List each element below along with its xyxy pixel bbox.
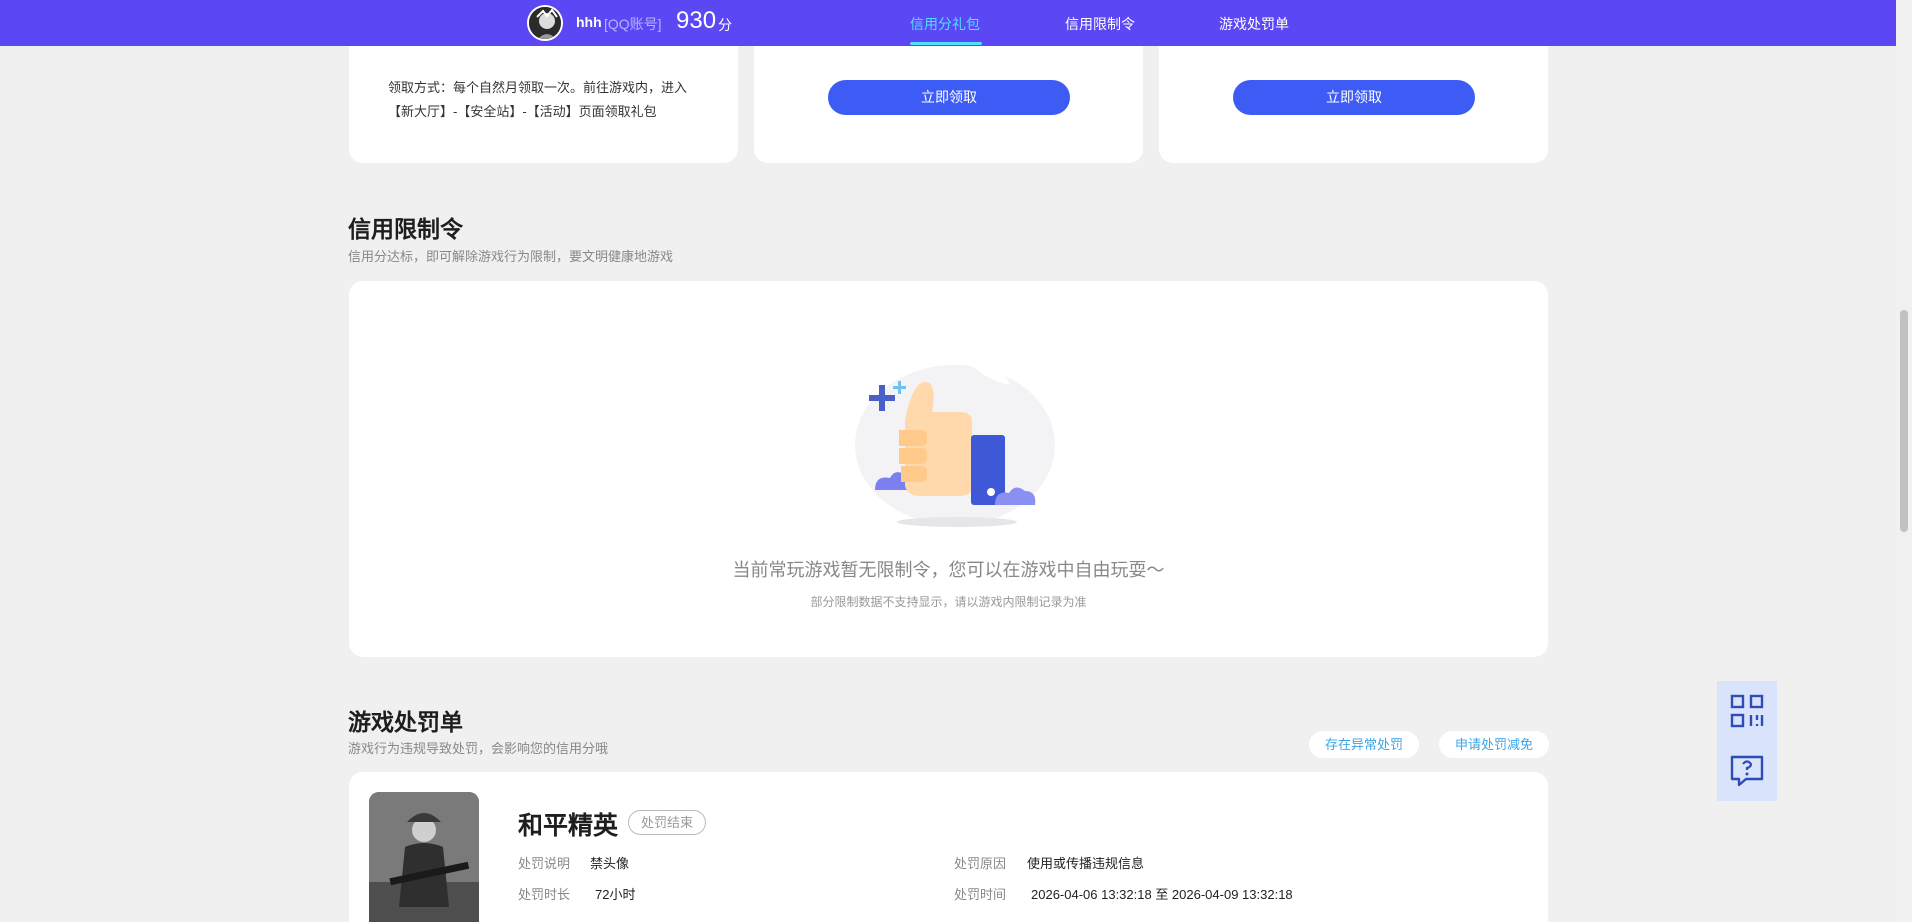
qr-code-button[interactable] — [1717, 681, 1777, 741]
punishment-time-label: 处罚时间 — [954, 887, 1007, 902]
punishment-time-value: 2026-04-06 13:32:18 至 2026-04-09 13:32:1… — [1031, 887, 1293, 902]
user-name: hhh — [576, 14, 602, 30]
game-cover-image — [369, 792, 479, 922]
no-restriction-message: 当前常玩游戏暂无限制令，您可以在游戏中自由玩耍～ — [732, 560, 1165, 580]
credit-score-unit: 分 — [718, 17, 732, 33]
punishment-reason-value: 使用或传播违规信息 — [1027, 856, 1145, 871]
credit-score-value: 930 — [676, 7, 717, 34]
claim-gift-button-3[interactable]: 立即领取 — [1233, 80, 1475, 115]
top-nav-bar: hhh [QQ账号] 930 分 信用分礼包 信用限制令 游戏处罚单 — [0, 0, 1896, 46]
punishment-status-badge: 处罚结束 — [628, 810, 707, 835]
punishment-section-title: 游戏处罚单 — [348, 709, 463, 735]
tab-credit-restriction[interactable]: 信用限制令 — [1065, 14, 1135, 34]
thumbs-up-illustration — [845, 340, 1065, 530]
gift-claim-instructions: 领取方式：每个自然月领取一次。前往游戏内，进入【新大厅】-【安全站】-【活动】页… — [388, 80, 688, 119]
account-type-label: [QQ账号] — [604, 16, 662, 32]
scrollbar-thumb[interactable] — [1900, 310, 1908, 532]
punishment-reason-label: 处罚原因 — [954, 856, 1007, 871]
help-feedback-button[interactable] — [1717, 741, 1777, 801]
restriction-section-subtitle: 信用分达标，即可解除游戏行为限制，要文明健康地游戏 — [348, 249, 674, 264]
punishment-desc-value: 禁头像 — [590, 856, 630, 871]
punishment-desc-label: 处罚说明 — [518, 856, 571, 871]
apply-punishment-reduction-button[interactable]: 申请处罚减免 — [1439, 731, 1549, 758]
tab-credit-gift[interactable]: 信用分礼包 — [910, 14, 980, 34]
report-abnormal-punishment-button[interactable]: 存在异常处罚 — [1309, 731, 1419, 758]
punishment-duration-value: 72小时 — [595, 887, 636, 902]
punishment-duration-label: 处罚时长 — [518, 887, 571, 902]
active-tab-indicator — [910, 42, 982, 45]
help-chat-icon — [1730, 755, 1764, 787]
tab-game-punishment[interactable]: 游戏处罚单 — [1219, 14, 1289, 34]
game-name: 和平精英 — [518, 812, 619, 840]
restriction-data-note: 部分限制数据不支持显示，请以游戏内限制记录为准 — [810, 595, 1087, 609]
user-avatar[interactable] — [527, 5, 563, 41]
restriction-section-title: 信用限制令 — [348, 216, 463, 242]
claim-gift-button-2[interactable]: 立即领取 — [828, 80, 1070, 115]
punishment-section-subtitle: 游戏行为违规导致处罚，会影响您的信用分哦 — [348, 741, 609, 756]
qr-code-icon — [1730, 694, 1764, 728]
